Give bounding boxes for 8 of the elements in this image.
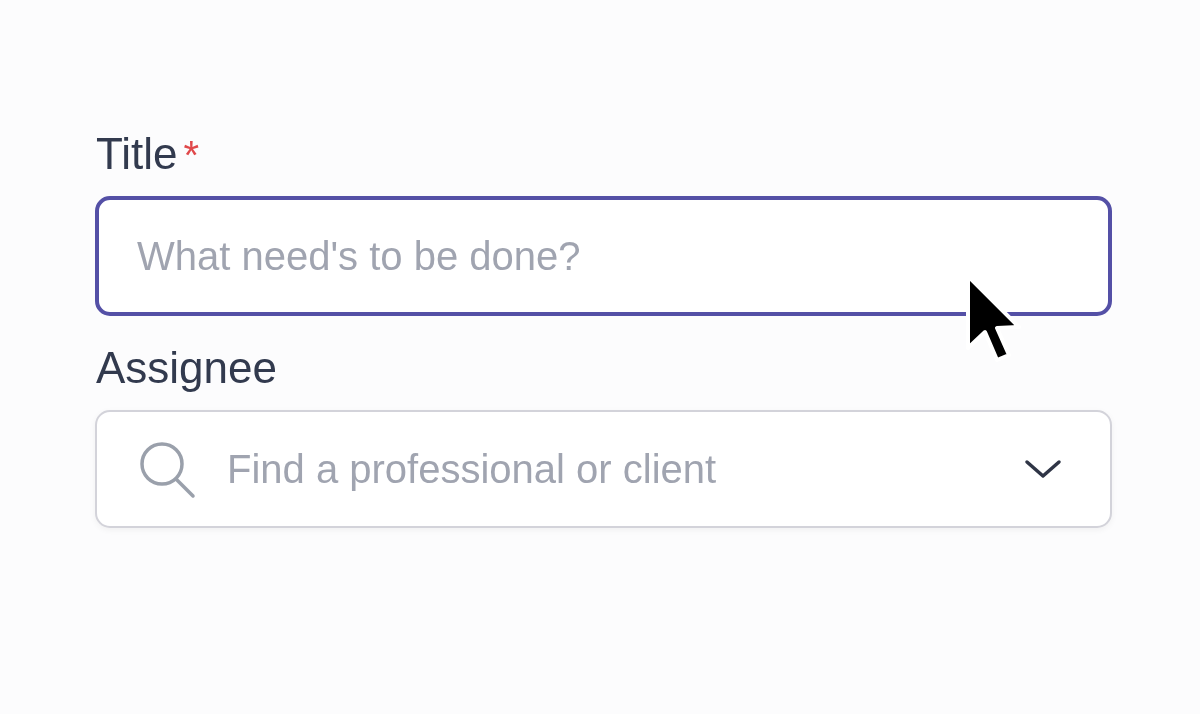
required-asterisk: * [183,133,200,178]
dropdown[interactable]: Find a professional or client [95,410,1112,528]
chevron-down-icon[interactable] [1024,458,1062,480]
field-label: Title [96,128,178,180]
field-label: Assignee [96,342,277,394]
search-icon [137,439,197,499]
search-field[interactable]: Find a professional or client [225,445,996,493]
input-field[interactable]: What need's to be done? [95,196,1112,316]
